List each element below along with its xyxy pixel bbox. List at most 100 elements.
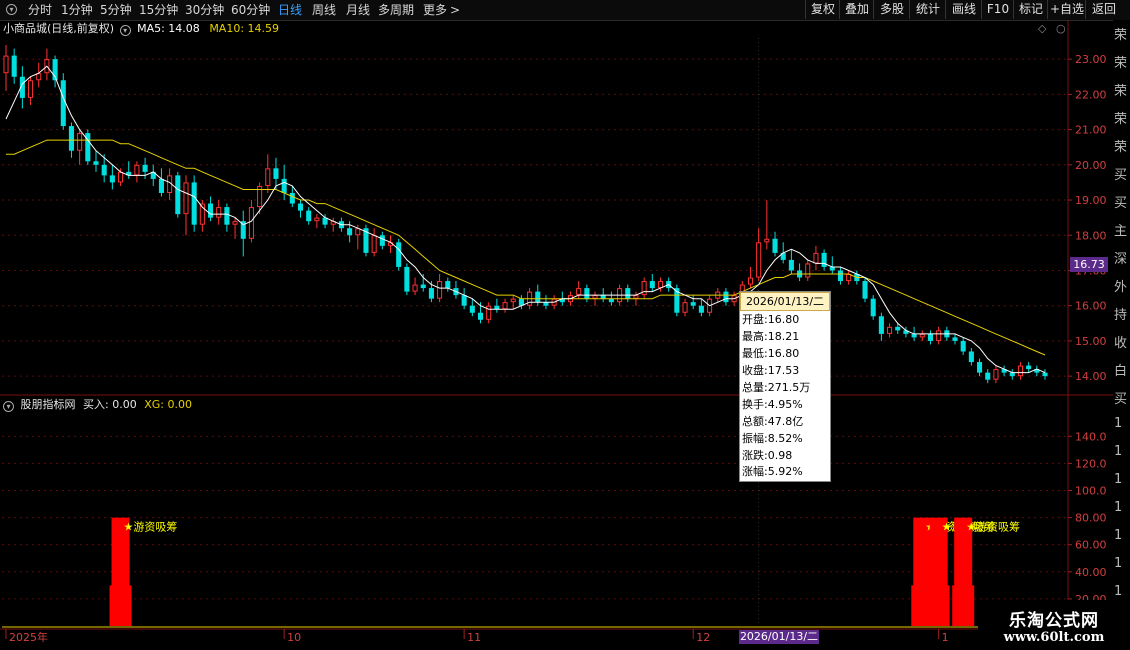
- price-tick-label: 16.00: [1075, 300, 1107, 313]
- multi-stock-button[interactable]: 多股: [873, 0, 910, 19]
- candle-body-up: [248, 207, 254, 239]
- tooltip-turnover: 换手:4.95%: [742, 398, 803, 411]
- candle-body-down: [977, 362, 983, 373]
- candle-body-down: [306, 210, 312, 222]
- candle-body-up: [919, 333, 925, 338]
- candle-body-down: [690, 302, 696, 306]
- period-tab-daily[interactable]: 日线: [278, 2, 302, 18]
- candle-body-down: [772, 238, 778, 253]
- candle-body-up: [887, 326, 893, 334]
- right-panel-char: 白: [1114, 364, 1128, 379]
- tooltip-volume: 总量:271.5万: [742, 381, 811, 394]
- current-price-tag: 16.73: [1070, 257, 1108, 272]
- price-tick-label: 20.00: [1075, 159, 1107, 172]
- period-tab-monthly[interactable]: 月线: [346, 2, 370, 18]
- time-tick-label: 12: [696, 631, 710, 644]
- right-panel-char: 1: [1114, 528, 1123, 543]
- candle-body-up: [936, 330, 942, 341]
- period-tab-15min[interactable]: 15分钟: [139, 2, 178, 18]
- f10-button[interactable]: F10: [981, 0, 1014, 19]
- candle-body-down: [911, 333, 917, 338]
- indicator-tick-label: 40.00: [1075, 566, 1107, 579]
- kline-chart[interactable]: ★游资吸筹★游资吸筹★游资吸筹★游资吸筹 23.0022.0021.0020.0…: [0, 20, 1130, 650]
- period-toolbar: ▾ 分时 1分钟 5分钟 15分钟 30分钟 60分钟 日线 周线 月线 多周期…: [0, 0, 1130, 21]
- candle-body-up: [134, 164, 140, 176]
- period-tab-1min[interactable]: 1分钟: [61, 2, 93, 18]
- candle-body-up: [756, 242, 762, 278]
- tooltip-amount: 总额:47.8亿: [742, 415, 804, 428]
- period-tab-fenshi[interactable]: 分时: [28, 2, 52, 18]
- right-panel-char: 1: [1114, 444, 1123, 459]
- indicator-tick-label: 100.0: [1075, 485, 1107, 498]
- candle-body-down: [68, 126, 74, 151]
- period-tab-weekly[interactable]: 周线: [312, 2, 336, 18]
- price-tick-label: 15.00: [1075, 335, 1107, 348]
- add-watchlist-button[interactable]: +自选: [1047, 0, 1086, 19]
- statistics-button[interactable]: 统计: [909, 0, 946, 19]
- right-panel-char: 1: [1114, 500, 1123, 515]
- period-tab-more[interactable]: 更多: [423, 2, 447, 18]
- candle-body-down: [191, 182, 197, 225]
- candle-body-down: [60, 80, 66, 127]
- candle-body-up: [314, 217, 320, 222]
- right-panel-char: 1: [1114, 584, 1123, 599]
- candle-body-down: [535, 291, 541, 303]
- tooltip-amplitude: 振幅:8.52%: [742, 432, 803, 445]
- indicator-tick-label: 60.00: [1075, 539, 1107, 552]
- mark-button[interactable]: 标记: [1013, 0, 1048, 19]
- candle-body-down: [968, 351, 974, 363]
- chevron-down-icon[interactable]: ▾: [3, 401, 14, 412]
- panel-controls: ◇ ○: [1038, 22, 1066, 36]
- ma10-label: MA10: 14.59: [209, 22, 280, 35]
- candle-body-down: [420, 284, 426, 289]
- candle-body-down: [870, 298, 876, 317]
- draw-line-button[interactable]: 画线: [945, 0, 982, 19]
- candle-body-down: [584, 288, 590, 299]
- candle-body-up: [3, 55, 9, 74]
- more-chevron-icon[interactable]: >: [450, 2, 460, 18]
- price-tick-label: 18.00: [1075, 229, 1107, 242]
- period-tab-30min[interactable]: 30分钟: [185, 2, 224, 18]
- candle-body-down: [273, 168, 279, 179]
- candle-body-up: [805, 263, 811, 278]
- candle-body-down: [289, 192, 295, 204]
- candle-body-down: [1042, 372, 1048, 377]
- price-tick-label: 22.00: [1075, 88, 1107, 101]
- period-tab-multi[interactable]: 多周期: [378, 2, 414, 18]
- right-panel-char: 荣: [1114, 84, 1128, 99]
- diamond-icon[interactable]: ◇: [1038, 22, 1046, 35]
- signal-bars: ★游资吸筹★游资吸筹★游资吸筹★游资吸筹: [109, 517, 1020, 626]
- candle-tooltip: 2026/01/13/二 开盘:16.80 最高:18.21 最低:16.80 …: [739, 291, 831, 482]
- candle-body-up: [183, 182, 189, 215]
- back-button[interactable]: 返回: [1085, 0, 1122, 19]
- candle-body-down: [649, 281, 655, 289]
- overlay-button[interactable]: 叠加: [839, 0, 874, 19]
- candle-body-up: [682, 302, 688, 313]
- right-panel-char: 1: [1114, 416, 1123, 431]
- right-panel-char: 荣: [1114, 56, 1128, 71]
- candle-body-up: [592, 295, 598, 299]
- candle-body-down: [93, 161, 99, 165]
- indicator-name: 股朋指标网: [20, 398, 76, 411]
- right-panel-char: 买: [1114, 168, 1128, 183]
- right-panel-char: 买: [1114, 392, 1128, 407]
- period-tab-60min[interactable]: 60分钟: [231, 2, 270, 18]
- chevron-down-icon[interactable]: ▾: [119, 25, 131, 36]
- candle-body-up: [510, 298, 516, 303]
- signal-bar-base: [927, 585, 950, 626]
- main-panel-header: 小商品城(日线,前复权) ▾ MA5: 14.08 MA10: 14.59: [3, 22, 279, 36]
- toolbar-menu-icon[interactable]: ▾: [6, 4, 17, 15]
- xg-label: XG: 0.00: [144, 398, 192, 411]
- buy-label: 买入: 0.00: [83, 398, 137, 411]
- candle-body-down: [952, 337, 958, 341]
- indicator-tick-label: 120.0: [1075, 457, 1107, 470]
- candle-body-up: [576, 288, 582, 296]
- adjust-button[interactable]: 复权: [805, 0, 840, 19]
- candle-body-down: [347, 228, 353, 236]
- period-tab-5min[interactable]: 5分钟: [100, 2, 132, 18]
- tooltip-low: 最低:16.80: [742, 347, 800, 360]
- close-icon[interactable]: ○: [1056, 22, 1066, 35]
- time-tick-label: 11: [467, 631, 481, 644]
- candle-body-down: [11, 55, 17, 77]
- stock-title: 小商品城(日线,前复权): [3, 22, 115, 35]
